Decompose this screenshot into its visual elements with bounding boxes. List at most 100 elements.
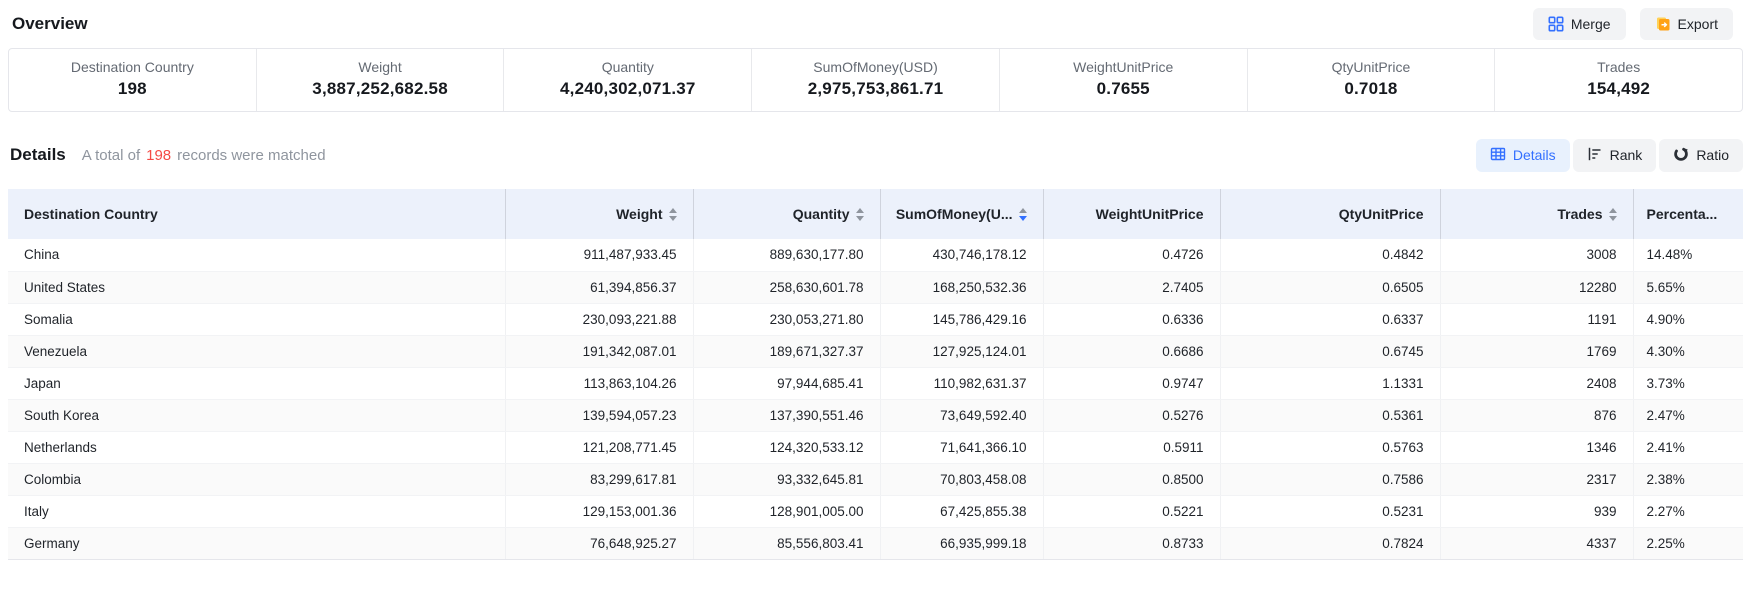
cell-qty-unit-price: 0.4842 <box>1220 239 1440 271</box>
cell-quantity: 97,944,685.41 <box>693 367 880 399</box>
cell-trades: 939 <box>1440 495 1633 527</box>
overview-actions: Merge Export <box>1533 8 1733 40</box>
stat-value: 154,492 <box>1495 79 1742 99</box>
stat-weight-unit-price: WeightUnitPrice 0.7655 <box>1000 49 1248 111</box>
cell-destination-country: Japan <box>8 367 505 399</box>
cell-weight: 61,394,856.37 <box>505 271 693 303</box>
col-header-qty-unit-price: QtyUnitPrice <box>1220 189 1440 239</box>
col-header-destination-country: Destination Country <box>8 189 505 239</box>
table-row[interactable]: China 911,487,933.45 889,630,177.80 430,… <box>8 239 1743 271</box>
cell-weight: 230,093,221.88 <box>505 303 693 335</box>
stat-label: WeightUnitPrice <box>1000 59 1247 75</box>
stat-value: 3,887,252,682.58 <box>257 79 504 99</box>
col-header-weight[interactable]: Weight <box>505 189 693 239</box>
tab-ratio[interactable]: Ratio <box>1659 139 1743 172</box>
table-row[interactable]: Netherlands 121,208,771.45 124,320,533.1… <box>8 431 1743 463</box>
col-header-quantity[interactable]: Quantity <box>693 189 880 239</box>
cell-trades: 12280 <box>1440 271 1633 303</box>
overview-summary-card: Destination Country 198 Weight 3,887,252… <box>8 48 1743 112</box>
cell-weight: 129,153,001.36 <box>505 495 693 527</box>
export-button[interactable]: Export <box>1640 8 1733 40</box>
cell-weight-unit-price: 0.6336 <box>1043 303 1220 335</box>
stat-qty-unit-price: QtyUnitPrice 0.7018 <box>1248 49 1496 111</box>
col-header-sum-of-money[interactable]: SumOfMoney(U... <box>880 189 1043 239</box>
cell-weight-unit-price: 0.8500 <box>1043 463 1220 495</box>
sort-icon[interactable] <box>1609 208 1617 221</box>
stat-value: 198 <box>9 79 256 99</box>
col-header-trades[interactable]: Trades <box>1440 189 1633 239</box>
table-row[interactable]: South Korea 139,594,057.23 137,390,551.4… <box>8 399 1743 431</box>
details-title: Details <box>10 145 66 165</box>
cell-weight-unit-price: 2.7405 <box>1043 271 1220 303</box>
ratio-icon <box>1673 146 1689 165</box>
cell-weight: 139,594,057.23 <box>505 399 693 431</box>
cell-weight: 83,299,617.81 <box>505 463 693 495</box>
table-body: China 911,487,933.45 889,630,177.80 430,… <box>8 239 1743 559</box>
cell-sum-of-money: 73,649,592.40 <box>880 399 1043 431</box>
merge-button[interactable]: Merge <box>1533 8 1626 40</box>
stat-weight: Weight 3,887,252,682.58 <box>257 49 505 111</box>
cell-percentage: 2.25% <box>1633 527 1743 559</box>
rank-icon <box>1587 146 1603 165</box>
stat-label: SumOfMoney(USD) <box>752 59 999 75</box>
cell-destination-country: United States <box>8 271 505 303</box>
sort-icon[interactable] <box>669 208 677 221</box>
cell-quantity: 85,556,803.41 <box>693 527 880 559</box>
cell-destination-country: Germany <box>8 527 505 559</box>
sort-icon[interactable] <box>856 208 864 221</box>
col-header-weight-unit-price: WeightUnitPrice <box>1043 189 1220 239</box>
cell-quantity: 889,630,177.80 <box>693 239 880 271</box>
cell-destination-country: South Korea <box>8 399 505 431</box>
cell-percentage: 5.65% <box>1633 271 1743 303</box>
top-bar: Overview Merge Export <box>0 0 1751 46</box>
cell-quantity: 137,390,551.46 <box>693 399 880 431</box>
cell-weight: 911,487,933.45 <box>505 239 693 271</box>
cell-trades: 1191 <box>1440 303 1633 335</box>
cell-trades: 1346 <box>1440 431 1633 463</box>
cell-qty-unit-price: 0.5361 <box>1220 399 1440 431</box>
table-row[interactable]: Colombia 83,299,617.81 93,332,645.81 70,… <box>8 463 1743 495</box>
tab-details[interactable]: Details <box>1476 139 1570 172</box>
cell-weight-unit-price: 0.8733 <box>1043 527 1220 559</box>
cell-trades: 2317 <box>1440 463 1633 495</box>
col-header-percentage: Percenta... <box>1633 189 1743 239</box>
cell-qty-unit-price: 0.6505 <box>1220 271 1440 303</box>
table-row[interactable]: Somalia 230,093,221.88 230,053,271.80 14… <box>8 303 1743 335</box>
stat-quantity: Quantity 4,240,302,071.37 <box>504 49 752 111</box>
stat-label: Trades <box>1495 59 1742 75</box>
stat-label: Quantity <box>504 59 751 75</box>
cell-qty-unit-price: 0.5763 <box>1220 431 1440 463</box>
tab-rank[interactable]: Rank <box>1573 139 1657 172</box>
cell-sum-of-money: 70,803,458.08 <box>880 463 1043 495</box>
records-matched-text: A total of198records were matched <box>82 147 326 164</box>
cell-sum-of-money: 66,935,999.18 <box>880 527 1043 559</box>
table-row[interactable]: Germany 76,648,925.27 85,556,803.41 66,9… <box>8 527 1743 559</box>
cell-sum-of-money: 168,250,532.36 <box>880 271 1043 303</box>
table-row[interactable]: Japan 113,863,104.26 97,944,685.41 110,9… <box>8 367 1743 399</box>
cell-quantity: 189,671,327.37 <box>693 335 880 367</box>
table-row[interactable]: United States 61,394,856.37 258,630,601.… <box>8 271 1743 303</box>
table-row[interactable]: Italy 129,153,001.36 128,901,005.00 67,4… <box>8 495 1743 527</box>
cell-weight: 113,863,104.26 <box>505 367 693 399</box>
stat-value: 2,975,753,861.71 <box>752 79 999 99</box>
table-row[interactable]: Venezuela 191,342,087.01 189,671,327.37 … <box>8 335 1743 367</box>
cell-percentage: 2.41% <box>1633 431 1743 463</box>
cell-qty-unit-price: 0.6337 <box>1220 303 1440 335</box>
stat-value: 4,240,302,071.37 <box>504 79 751 99</box>
cell-qty-unit-price: 0.7824 <box>1220 527 1440 559</box>
cell-destination-country: Netherlands <box>8 431 505 463</box>
cell-weight-unit-price: 0.5276 <box>1043 399 1220 431</box>
merge-icon <box>1548 16 1564 32</box>
stat-value: 0.7018 <box>1248 79 1495 99</box>
page-title: Overview <box>12 14 88 34</box>
tab-rank-label: Rank <box>1610 147 1643 163</box>
cell-percentage: 2.27% <box>1633 495 1743 527</box>
details-bar: Details A total of198records were matche… <box>10 138 1743 172</box>
stat-label: Destination Country <box>9 59 256 75</box>
cell-percentage: 4.90% <box>1633 303 1743 335</box>
cell-weight-unit-price: 0.6686 <box>1043 335 1220 367</box>
cell-quantity: 258,630,601.78 <box>693 271 880 303</box>
summary-prefix: A total of <box>82 147 140 164</box>
cell-sum-of-money: 67,425,855.38 <box>880 495 1043 527</box>
sort-icon-active-desc[interactable] <box>1019 208 1027 221</box>
